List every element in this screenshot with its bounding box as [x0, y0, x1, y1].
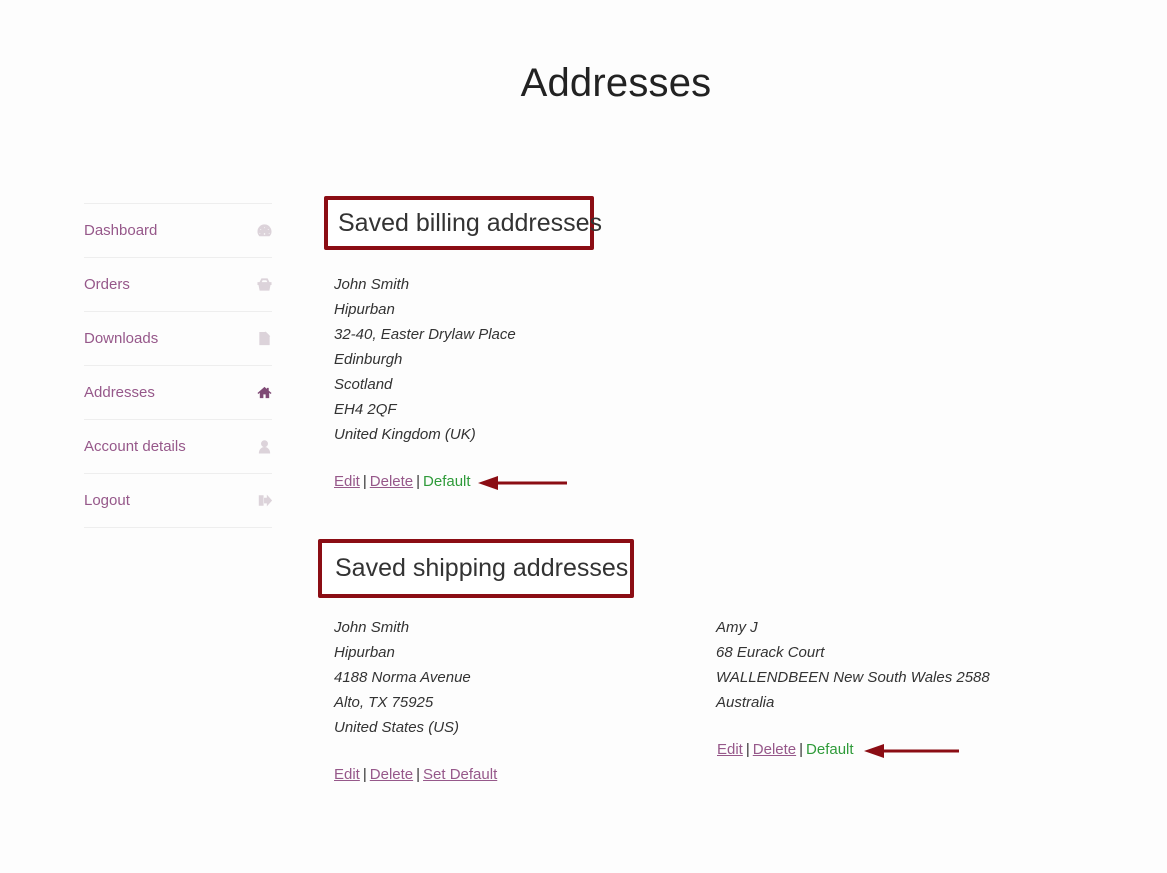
sidebar-item-orders[interactable]: Orders [84, 258, 272, 312]
sidebar-item-label: Downloads [84, 330, 159, 347]
address-line: Hipurban [334, 644, 395, 661]
separator: | [416, 473, 421, 490]
sidebar-item-label: Logout [84, 492, 130, 509]
separator: | [799, 741, 804, 758]
delete-link[interactable]: Delete [753, 741, 796, 758]
sign-out-icon [256, 493, 272, 509]
sidebar-item-label: Orders [84, 276, 130, 293]
edit-link[interactable]: Edit [334, 766, 360, 783]
shipping-addresses-heading: Saved shipping addresses [318, 539, 634, 598]
shipping-heading-text: Saved shipping addresses [335, 554, 629, 582]
dashboard-icon [256, 223, 272, 239]
sidebar-item-label: Addresses [84, 384, 155, 401]
shipping-address-card: John Smith Hipurban 4188 Norma Avenue Al… [334, 615, 471, 740]
annotation-arrow [478, 476, 567, 490]
account-navigation: Dashboard Orders Downloads Addresses Acc… [84, 203, 272, 528]
address-line: 32-40, Easter Drylaw Place [334, 326, 516, 343]
annotation-arrow [864, 744, 959, 758]
delete-link[interactable]: Delete [370, 766, 413, 783]
default-status: Default [806, 741, 854, 758]
separator: | [362, 766, 367, 783]
billing-heading-text: Saved billing addresses [338, 208, 603, 237]
address-line: United Kingdom (UK) [334, 426, 476, 443]
address-line: 4188 Norma Avenue [334, 669, 471, 686]
sidebar-item-label: Dashboard [84, 222, 158, 239]
edit-link[interactable]: Edit [717, 741, 743, 758]
address-line: Alto, TX 75925 [334, 694, 434, 711]
separator: | [745, 741, 750, 758]
address-line: Scotland [334, 376, 393, 393]
address-line: Hipurban [334, 301, 395, 318]
shipping-address-actions: Edit | Delete | Default [717, 741, 854, 758]
billing-addresses-heading: Saved billing addresses [324, 196, 602, 250]
address-line: WALLENDBEEN New South Wales 2588 [716, 669, 990, 686]
address-line: Australia [716, 694, 775, 711]
address-line: Amy J [716, 619, 758, 636]
address-line: John Smith [334, 619, 410, 636]
separator: | [416, 766, 421, 783]
billing-address-card: John Smith Hipurban 32-40, Easter Drylaw… [334, 272, 516, 447]
default-status: Default [423, 473, 471, 490]
file-download-icon [256, 331, 272, 347]
set-default-link[interactable]: Set Default [423, 766, 497, 783]
shipping-address-card: Amy J 68 Eurack Court WALLENDBEEN New So… [716, 615, 990, 715]
address-line: United States (US) [334, 719, 460, 736]
basket-icon [256, 277, 272, 293]
page-title: Addresses [520, 60, 712, 105]
shipping-address-actions: Edit | Delete | Set Default [334, 766, 497, 783]
sidebar-item-addresses[interactable]: Addresses [84, 366, 272, 420]
sidebar-item-logout[interactable]: Logout [84, 474, 272, 528]
edit-link[interactable]: Edit [334, 473, 360, 490]
sidebar-item-downloads[interactable]: Downloads [84, 312, 272, 366]
user-icon [256, 439, 272, 455]
separator: | [362, 473, 367, 490]
address-line: Edinburgh [334, 351, 403, 368]
delete-link[interactable]: Delete [370, 473, 413, 490]
address-line: John Smith [334, 276, 410, 293]
home-icon [256, 385, 272, 401]
address-line: EH4 2QF [334, 401, 397, 418]
address-line: 68 Eurack Court [716, 644, 825, 661]
sidebar-item-dashboard[interactable]: Dashboard [84, 204, 272, 258]
billing-address-actions: Edit | Delete | Default [334, 473, 471, 490]
sidebar-item-account-details[interactable]: Account details [84, 420, 272, 474]
sidebar-item-label: Account details [84, 438, 186, 455]
